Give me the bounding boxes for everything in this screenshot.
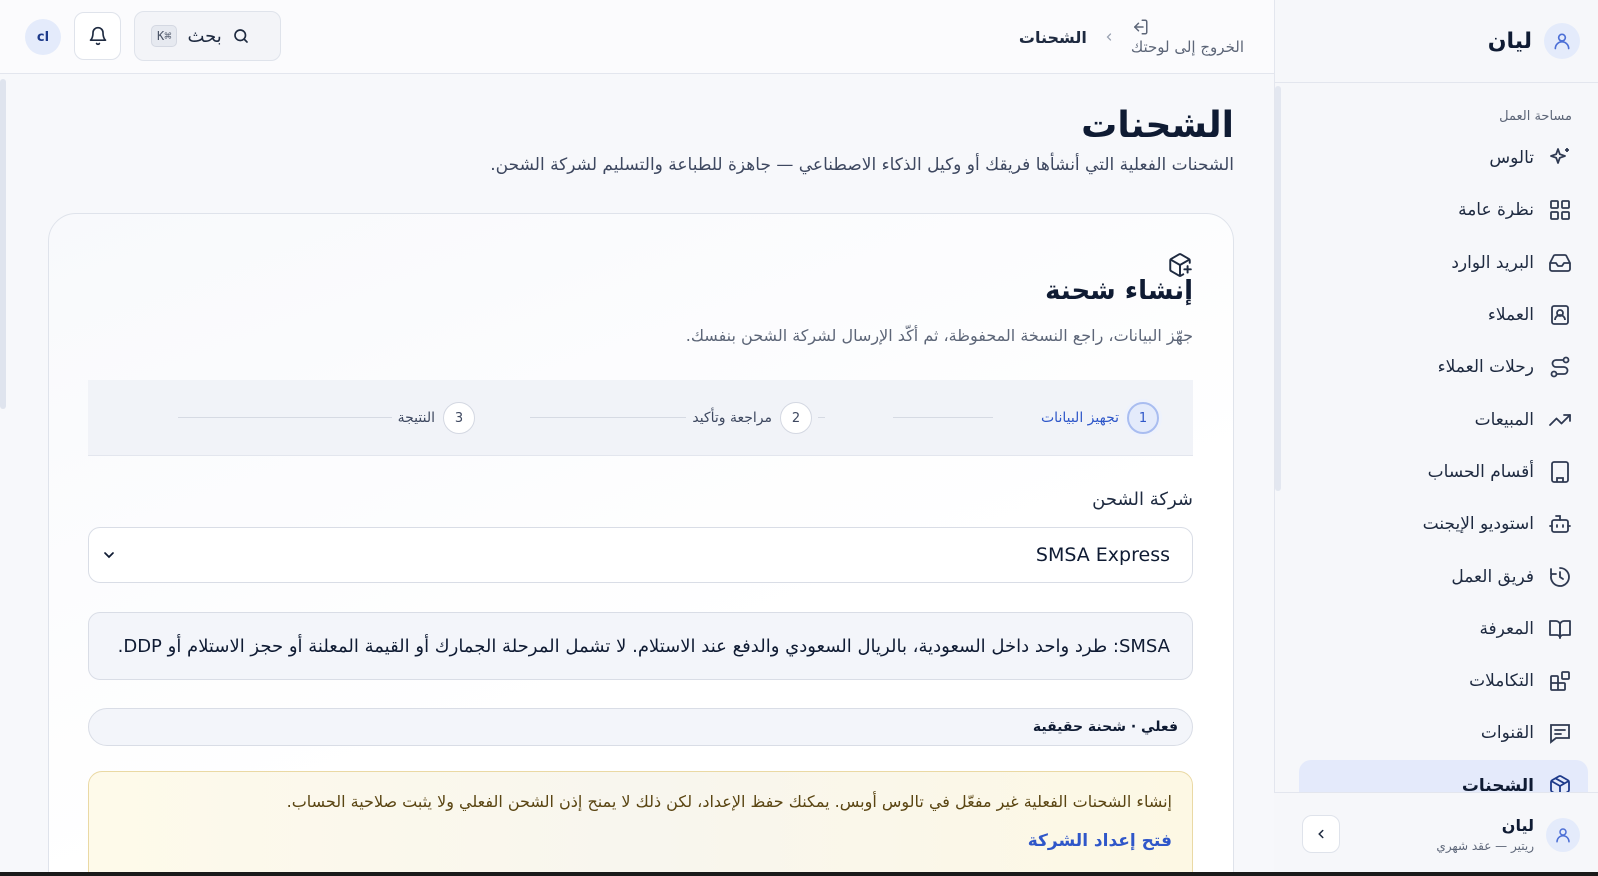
exit-label: الخروج إلى لوحتك: [1130, 38, 1244, 56]
sidebar-item-customers[interactable]: العملاء: [1275, 289, 1598, 341]
chevron-left-icon: [1314, 827, 1328, 841]
building-icon: [1548, 460, 1572, 484]
step-review-confirm[interactable]: 2 مراجعة وتأكيد: [686, 402, 818, 434]
search-shortcut: K⌘: [151, 25, 178, 47]
page-subtitle: الشحنات الفعلية التي أنشأها فريقك أو وكي…: [490, 155, 1234, 175]
collapse-sidebar-button[interactable]: [1302, 815, 1340, 853]
carrier-label: شركة الشحن: [1092, 489, 1193, 510]
sidebar-item-agent-studio[interactable]: استوديو الإيجنت: [1275, 498, 1598, 550]
step-number: 1: [1127, 402, 1159, 434]
sidebar-item-talos[interactable]: تالوس: [1275, 132, 1598, 184]
sidebar-item-label: البريد الوارد: [1451, 252, 1534, 273]
sidebar-item-label: المبيعات: [1474, 409, 1534, 430]
sidebar-item-channels[interactable]: القنوات: [1275, 707, 1598, 759]
account-name: ليان: [1501, 816, 1534, 835]
exit-to-dashboard-link[interactable]: الخروج إلى لوحتك: [1131, 18, 1244, 56]
user-avatar[interactable]: cl: [25, 19, 61, 55]
grid-icon: [1548, 198, 1572, 222]
step-number: 3: [443, 402, 475, 434]
notifications-button[interactable]: [74, 12, 121, 60]
breadcrumb: الخروج إلى لوحتك الشحنات: [1019, 12, 1244, 62]
message-icon: [1548, 721, 1572, 745]
history-icon: [1548, 565, 1572, 589]
stepper-connector: [893, 417, 993, 418]
brand-name: ليان: [1487, 28, 1532, 54]
sidebar-item-label: تالوس: [1489, 148, 1534, 169]
search-button[interactable]: K⌘ بحث: [134, 11, 281, 61]
step-label: مراجعة وتأكيد: [692, 410, 772, 426]
main-scrollbar[interactable]: [0, 79, 6, 409]
sidebar: ليان مساحة العمل تالوس نظرة عامة البريد …: [1274, 0, 1598, 876]
app-root: cl K⌘ بحث الخروج إلى لوحتك الشحنات الشحن…: [0, 0, 1598, 876]
open-carrier-settings-link[interactable]: فتح إعداد الشركة: [109, 831, 1172, 851]
sidebar-item-label: رحلات العملاء: [1437, 357, 1534, 378]
carrier-info-box: SMSA: طرد واحد داخل السعودية، بالريال ال…: [88, 612, 1193, 680]
search-icon: [232, 27, 250, 45]
breadcrumb-current: الشحنات: [1018, 27, 1087, 47]
create-shipment-subtitle: جهّز البيانات، راجع النسخة المحفوظة، ثم …: [685, 326, 1193, 345]
live-mode-badge: فعلي · شحنة حقيقية: [88, 708, 1193, 746]
account-info: ليان ريتير — عقد شهري: [1436, 816, 1534, 853]
stepper: 1 تجهيز البيانات 2 مراجعة وتأكيد 3 النتي…: [88, 380, 1193, 456]
inbox-icon: [1548, 251, 1572, 275]
trend-up-icon: [1548, 408, 1572, 432]
sidebar-item-label: القنوات: [1480, 723, 1534, 744]
chevron-left-icon: [1103, 31, 1115, 43]
sidebar-item-customer-journeys[interactable]: رحلات العملاء: [1275, 341, 1598, 393]
sidebar-item-label: استوديو الإيجنت: [1422, 514, 1534, 535]
sidebar-item-label: العملاء: [1487, 305, 1534, 326]
sidebar-item-overview[interactable]: نظرة عامة: [1275, 184, 1598, 236]
window-bottom-edge: [0, 872, 1598, 876]
bot-icon: [1548, 512, 1572, 536]
sidebar-item-label: أقسام الحساب: [1427, 461, 1534, 482]
sidebar-scrollbar[interactable]: [1275, 86, 1281, 491]
book-icon: [1548, 617, 1572, 641]
sidebar-item-label: نظرة عامة: [1458, 200, 1534, 221]
log-out-icon: [1131, 18, 1149, 36]
sidebar-item-integrations[interactable]: التكاملات: [1275, 655, 1598, 707]
sidebar-header: ليان: [1275, 0, 1598, 83]
sidebar-item-label: التكاملات: [1469, 671, 1534, 692]
carrier-selected-value: SMSA Express: [1035, 544, 1170, 566]
sparkles-icon: [1548, 146, 1572, 170]
sidebar-item-label: المعرفة: [1479, 618, 1534, 639]
carrier-info-text: SMSA: طرد واحد داخل السعودية، بالريال ال…: [117, 635, 1170, 657]
blocks-icon: [1548, 669, 1572, 693]
mode-badge-text: فعلي · شحنة حقيقية: [1032, 719, 1178, 735]
contact-icon: [1548, 303, 1572, 327]
sidebar-item-inbox[interactable]: البريد الوارد: [1275, 237, 1598, 289]
step-prepare-data[interactable]: 1 تجهيز البيانات: [1041, 402, 1159, 434]
warning-text: إنشاء الشحنات الفعلية غير مفعّل في تالوس…: [286, 792, 1172, 811]
account-plan: ريتير — عقد شهري: [1436, 839, 1534, 853]
user-icon: [1552, 31, 1572, 51]
user-icon: [1554, 826, 1572, 844]
page-title: الشحنات: [1081, 105, 1234, 146]
route-icon: [1548, 355, 1572, 379]
sidebar-item-sales[interactable]: المبيعات: [1275, 393, 1598, 445]
carrier-select[interactable]: SMSA Express: [88, 527, 1193, 583]
sidebar-item-label: فريق العمل: [1451, 566, 1534, 587]
main-content: الشحنات الشحنات الفعلية التي أنشأها فريق…: [0, 75, 1274, 876]
chevron-down-icon: [101, 547, 117, 563]
live-shipping-warning: إنشاء الشحنات الفعلية غير مفعّل في تالوس…: [88, 771, 1193, 876]
sidebar-item-team[interactable]: فريق العمل: [1275, 550, 1598, 602]
step-number: 2: [780, 402, 812, 434]
create-shipment-card: إنشاء شحنة جهّز البيانات، راجع النسخة ال…: [48, 213, 1234, 876]
package-plus-icon: [1167, 252, 1193, 278]
sidebar-nav: تالوس نظرة عامة البريد الوارد العملاء رح…: [1275, 132, 1598, 812]
sidebar-item-account-departments[interactable]: أقسام الحساب: [1275, 446, 1598, 498]
create-shipment-title: إنشاء شحنة: [1045, 276, 1193, 306]
account-avatar: [1546, 817, 1580, 852]
sidebar-item-knowledge[interactable]: المعرفة: [1275, 603, 1598, 655]
bell-icon: [88, 26, 108, 46]
step-result[interactable]: 3 النتيجة: [391, 402, 481, 434]
search-label: بحث: [187, 25, 222, 47]
step-label: تجهيز البيانات: [1041, 410, 1119, 426]
sidebar-footer[interactable]: ليان ريتير — عقد شهري: [1274, 792, 1598, 876]
workspace-avatar[interactable]: [1544, 23, 1580, 59]
step-label: النتيجة: [397, 410, 435, 426]
sidebar-section-label: مساحة العمل: [1499, 109, 1572, 124]
top-bar: cl K⌘ بحث الخروج إلى لوحتك الشحنات: [0, 0, 1274, 74]
